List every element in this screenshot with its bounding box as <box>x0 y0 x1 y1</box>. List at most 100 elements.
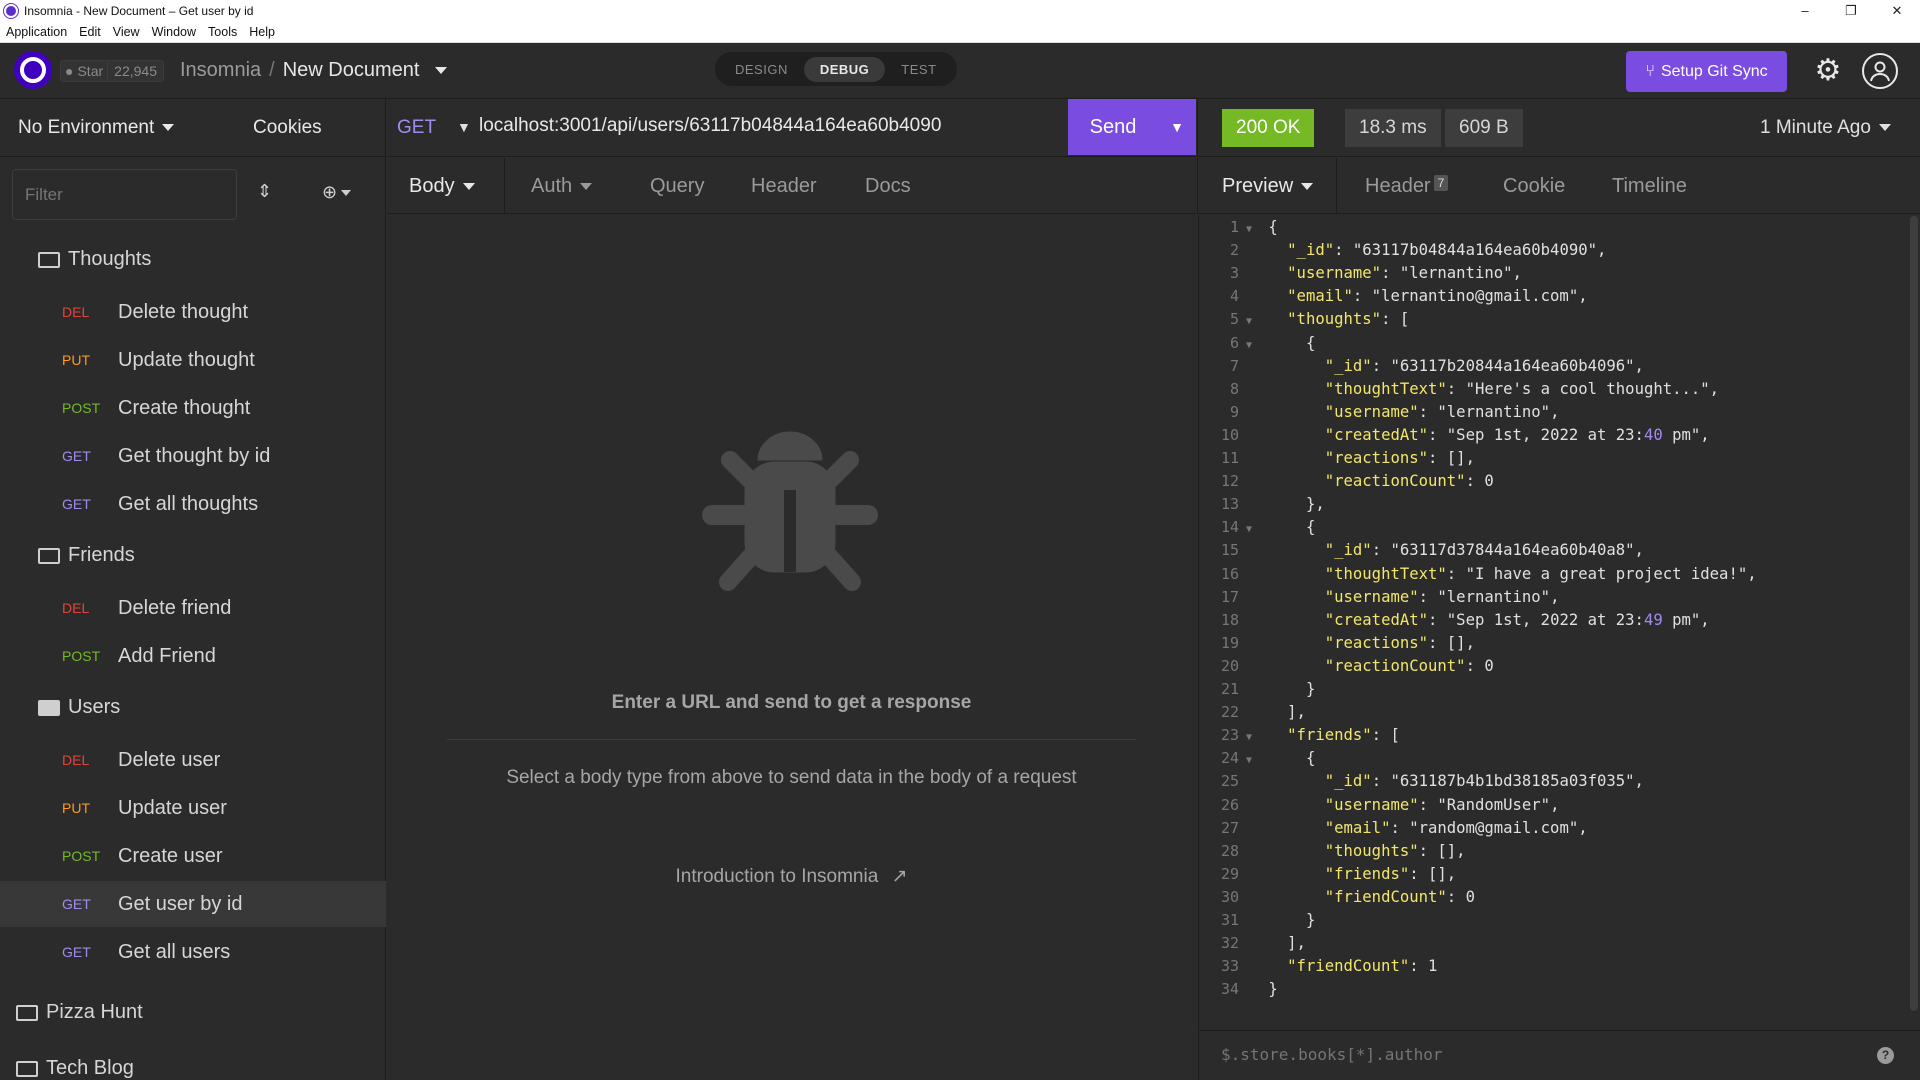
github-star-widget[interactable]: ● Star 22,945 <box>60 60 164 82</box>
insomnia-logo-icon[interactable] <box>14 51 52 89</box>
fold-toggle-icon[interactable]: ▼ <box>1239 726 1259 749</box>
mode-test-tab[interactable]: TEST <box>885 57 952 82</box>
minimize-button[interactable]: – <box>1782 0 1828 22</box>
sidebar-request-item[interactable]: PUT Update user <box>0 785 386 831</box>
method-badge: POST <box>62 648 101 664</box>
document-dropdown-icon[interactable] <box>435 67 448 74</box>
response-history-dropdown[interactable]: 1 Minute Ago <box>1760 117 1891 139</box>
code-line: 23 ▼ "friends": [ <box>1199 724 1899 747</box>
sidebar-request-item[interactable]: DEL Delete thought <box>0 289 386 335</box>
line-number: 17 <box>1220 587 1239 606</box>
menu-edit[interactable]: Edit <box>73 25 107 39</box>
code-text: { <box>1268 518 1316 537</box>
tab-docs[interactable]: Docs <box>865 175 911 198</box>
response-scrollbar[interactable] <box>1910 216 1918 1011</box>
environment-label: No Environment <box>18 117 155 138</box>
code-text: "_id": "63117d37844a164ea60b40a8", <box>1324 541 1644 560</box>
window-titlebar: Insomnia - New Document – Get user by id… <box>0 0 1920 22</box>
url-history-dropdown-icon[interactable]: ▼ <box>457 119 471 135</box>
sidebar-request-item[interactable]: GET Get all users <box>0 929 386 975</box>
tab-query[interactable]: Query <box>650 175 704 198</box>
breadcrumb-document[interactable]: New Document <box>283 59 420 82</box>
sidebar-request-item[interactable]: GET Get all thoughts <box>0 481 386 527</box>
folder-friends[interactable]: Friends <box>38 544 135 567</box>
code-line: 27 "email": "random@gmail.com", <box>1199 817 1899 840</box>
code-text: "createdAt": "Sep 1st, 2022 at 23:40 pm"… <box>1324 425 1710 444</box>
fold-toggle-icon[interactable]: ▼ <box>1239 518 1259 541</box>
cookies-button[interactable]: Cookies <box>253 117 322 139</box>
settings-gear-icon[interactable]: ⚙ <box>1812 53 1844 89</box>
response-body-viewer[interactable]: 1 ▼ {2 "_id": "63117b04844a164ea60b4090",… <box>1198 216 1910 1030</box>
tab-divider <box>504 158 505 214</box>
code-line: 17 "username": "lernantino", <box>1199 586 1899 609</box>
menu-tools[interactable]: Tools <box>202 25 243 39</box>
chevron-down-icon <box>341 190 352 197</box>
github-star-count: 22,945 <box>108 60 164 82</box>
method-badge: DEL <box>62 600 90 616</box>
response-filter-input[interactable] <box>1221 1045 1821 1064</box>
sidebar-request-item[interactable]: GET Get user by id <box>0 881 386 927</box>
code-text: } <box>1268 680 1316 698</box>
line-number: 19 <box>1220 633 1239 652</box>
folder-users[interactable]: Users <box>38 696 120 719</box>
menu-view[interactable]: View <box>107 25 146 39</box>
code-text: "email": "random@gmail.com", <box>1324 818 1588 837</box>
sidebar-filter-input[interactable] <box>12 169 237 220</box>
sort-icon[interactable]: ⇕ <box>257 181 272 202</box>
code-text: "email": "lernantino@gmail.com", <box>1287 287 1588 306</box>
restore-button[interactable]: ❐ <box>1828 0 1874 22</box>
sidebar-request-item[interactable]: DEL Delete user <box>0 737 386 783</box>
fold-toggle-icon[interactable]: ▼ <box>1239 334 1259 357</box>
send-options-icon[interactable]: ▼ <box>1158 119 1196 135</box>
menu-application[interactable]: Application <box>0 25 73 39</box>
mode-design-tab[interactable]: DESIGN <box>719 57 804 82</box>
sidebar-request-item[interactable]: DEL Delete friend <box>0 585 386 631</box>
line-number: 32 <box>1220 934 1239 953</box>
code-line: 22 ], <box>1199 701 1899 724</box>
sidebar-request-item[interactable]: PUT Update thought <box>0 337 386 383</box>
account-icon[interactable] <box>1862 53 1898 89</box>
fold-toggle-icon[interactable]: ▼ <box>1239 749 1259 772</box>
code-text: "friendCount": 1 <box>1287 957 1438 976</box>
tab-body[interactable]: Body <box>409 175 475 198</box>
fold-toggle-icon[interactable]: ▼ <box>1239 218 1259 241</box>
menu-window[interactable]: Window <box>146 25 202 39</box>
code-line: 16 "thoughtText": "I have a great projec… <box>1199 563 1899 586</box>
header-count-badge: 7 <box>1433 175 1449 191</box>
tab-header[interactable]: Header <box>751 175 817 198</box>
method-selector[interactable]: GET <box>397 117 436 139</box>
menu-help[interactable]: Help <box>243 25 281 39</box>
sidebar-request-item[interactable]: POST Add Friend <box>0 633 386 679</box>
workspace-folder[interactable]: Tech Blog <box>16 1057 134 1080</box>
help-icon[interactable]: ? <box>1877 1047 1894 1064</box>
tab-response-header[interactable]: Header 7 <box>1365 175 1449 198</box>
mode-debug-tab[interactable]: DEBUG <box>803 56 886 82</box>
window-controls: – ❐ ✕ <box>1782 0 1920 22</box>
tab-auth[interactable]: Auth <box>531 175 593 198</box>
setup-git-sync-button[interactable]: ⑂ Setup Git Sync <box>1626 51 1787 92</box>
workspace-folder[interactable]: Pizza Hunt <box>16 1001 143 1024</box>
url-input[interactable] <box>479 115 1059 137</box>
tab-preview[interactable]: Preview <box>1222 175 1314 198</box>
code-line: 26 "username": "RandomUser", <box>1199 794 1899 817</box>
environment-selector[interactable]: No Environment <box>18 117 175 139</box>
line-number: 2 <box>1229 241 1239 260</box>
fold-toggle-icon <box>1239 357 1259 380</box>
code-line: 7 "_id": "63117b20844a164ea60b4096", <box>1199 355 1899 378</box>
close-button[interactable]: ✕ <box>1874 0 1920 22</box>
sidebar-request-item[interactable]: GET Get thought by id <box>0 433 386 479</box>
introduction-link[interactable]: Introduction to Insomnia ↗ <box>387 865 1196 888</box>
sidebar-request-item[interactable]: POST Create thought <box>0 385 386 431</box>
send-button[interactable]: Send ▼ <box>1068 99 1196 155</box>
code-text: ], <box>1268 703 1306 722</box>
folder-thoughts[interactable]: Thoughts <box>38 248 151 271</box>
line-number: 24 <box>1220 749 1239 768</box>
add-item-button[interactable]: ⊕ <box>322 182 352 203</box>
workspace-label: Tech Blog <box>46 1057 134 1079</box>
code-line: 19 "reactions": [], <box>1199 632 1899 655</box>
tab-timeline[interactable]: Timeline <box>1612 175 1687 198</box>
tab-cookie[interactable]: Cookie <box>1503 175 1565 198</box>
fold-toggle-icon[interactable]: ▼ <box>1239 310 1259 333</box>
breadcrumb-root[interactable]: Insomnia <box>180 59 261 82</box>
sidebar-request-item[interactable]: POST Create user <box>0 833 386 879</box>
